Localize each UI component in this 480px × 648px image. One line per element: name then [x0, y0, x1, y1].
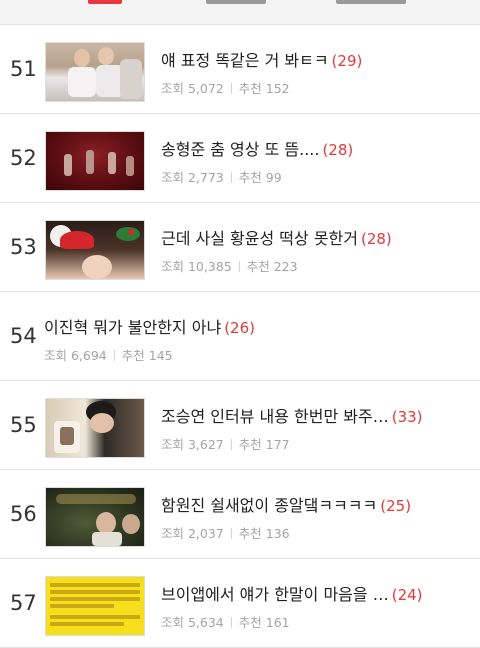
meta-divider — [238, 261, 240, 272]
list-item[interactable]: 56 함원진 쉴새없이 종알댘ㅋㅋㅋㅋ (25) 조회 2,037 추천 136 — [0, 470, 480, 559]
rank-number: 51 — [10, 57, 37, 81]
post-title-line[interactable]: 함원진 쉴새없이 종알댘ㅋㅋㅋㅋ (25) — [161, 495, 472, 517]
list-item[interactable]: 51 얘 표정 똑같은 거 봐ㅌㅋ (29) 조회 5,072 추천 152 — [0, 25, 480, 114]
post-thumbnail[interactable] — [45, 487, 145, 547]
list-item[interactable]: 52 송형준 춤 영상 또 뜸.... (28) 조회 2,773 추천 99 — [0, 114, 480, 203]
recommend-count: 추천 177 — [238, 437, 290, 452]
view-count: 조회 10,385 — [161, 259, 232, 274]
post-meta: 조회 10,385 추천 223 — [161, 256, 472, 275]
comment-count: (33) — [391, 408, 423, 426]
comment-count: (25) — [380, 497, 412, 515]
view-count: 조회 2,773 — [161, 170, 224, 185]
top-tab-bar-partial — [0, 0, 480, 25]
recommend-count: 추천 145 — [121, 348, 173, 363]
post-title-line[interactable]: 조승연 인터뷰 내용 한번만 봐주… (33) — [161, 406, 472, 428]
view-count: 조회 5,634 — [161, 615, 224, 630]
post-thumbnail[interactable] — [45, 576, 145, 636]
comment-count: (26) — [224, 319, 255, 337]
rank-number: 57 — [10, 591, 37, 615]
meta-divider — [230, 617, 232, 628]
post-meta: 조회 5,072 추천 152 — [161, 78, 472, 97]
comment-count: (24) — [391, 586, 423, 604]
meta-divider — [230, 528, 232, 539]
comment-count: (29) — [331, 52, 363, 70]
post-thumbnail[interactable] — [45, 220, 145, 280]
list-item[interactable]: 54 이진혁 뭐가 불안한지 아냐 (26) 조회 6,694 추천 145 — [0, 292, 480, 381]
post-meta: 조회 5,634 추천 161 — [161, 612, 472, 631]
recommend-count: 추천 161 — [238, 615, 290, 630]
post-title-line[interactable]: 송형준 춤 영상 또 뜸.... (28) — [161, 139, 472, 161]
post-title[interactable]: 근데 사실 황윤성 떡상 못한거 — [161, 229, 358, 248]
view-count: 조회 2,037 — [161, 526, 224, 541]
recommend-count: 추천 99 — [238, 170, 282, 185]
post-meta: 조회 3,627 추천 177 — [161, 434, 472, 453]
meta-divider — [113, 350, 115, 361]
post-title[interactable]: 함원진 쉴새없이 종알댘ㅋㅋㅋㅋ — [161, 496, 377, 515]
comment-count: (28) — [360, 230, 392, 248]
tab-fragment[interactable] — [336, 0, 406, 4]
post-meta: 조회 2,773 추천 99 — [161, 167, 472, 186]
recommend-count: 추천 152 — [238, 81, 290, 96]
view-count: 조회 5,072 — [161, 81, 224, 96]
recommend-count: 추천 136 — [238, 526, 290, 541]
post-title[interactable]: 조승연 인터뷰 내용 한번만 봐주… — [161, 407, 389, 426]
recommend-count: 추천 223 — [246, 259, 298, 274]
list-item[interactable]: 53 근데 사실 황윤성 떡상 못한거 (28) 조회 10,385 추천 223 — [0, 203, 480, 292]
rank-number: 55 — [10, 413, 37, 437]
post-title[interactable]: 송형준 춤 영상 또 뜸.... — [161, 140, 319, 159]
view-count: 조회 6,694 — [44, 348, 107, 363]
meta-divider — [230, 439, 232, 450]
view-count: 조회 3,627 — [161, 437, 224, 452]
post-thumbnail[interactable] — [45, 42, 145, 102]
post-title[interactable]: 얘 표정 똑같은 거 봐ㅌㅋ — [161, 51, 329, 70]
post-thumbnail[interactable] — [45, 398, 145, 458]
rank-number: 52 — [10, 146, 37, 170]
tab-fragment[interactable] — [206, 0, 266, 4]
rank-number: 56 — [10, 502, 37, 526]
active-tab-fragment[interactable] — [88, 0, 122, 4]
post-title[interactable]: 브이앱에서 얘가 한말이 마음을 … — [161, 585, 389, 604]
post-title-line[interactable]: 이진혁 뭐가 불안한지 아냐 (26) — [44, 317, 472, 339]
meta-divider — [230, 83, 232, 94]
post-thumbnail[interactable] — [45, 131, 145, 191]
post-meta: 조회 6,694 추천 145 — [44, 345, 472, 364]
post-title-line[interactable]: 얘 표정 똑같은 거 봐ㅌㅋ (29) — [161, 50, 472, 72]
post-title[interactable]: 이진혁 뭐가 불안한지 아냐 — [44, 318, 221, 337]
post-meta: 조회 2,037 추천 136 — [161, 523, 472, 542]
meta-divider — [230, 172, 232, 183]
post-title-line[interactable]: 브이앱에서 얘가 한말이 마음을 … (24) — [161, 584, 472, 606]
rank-number: 53 — [10, 235, 37, 259]
ranked-post-list: 51 얘 표정 똑같은 거 봐ㅌㅋ (29) 조회 5,072 추천 152 52 — [0, 25, 480, 648]
list-item[interactable]: 57 브이앱에서 얘가 한말이 마음을 … (24) 조회 5,634 추천 161 — [0, 559, 480, 648]
list-item[interactable]: 55 조승연 인터뷰 내용 한번만 봐주… (33) 조회 3,627 추천 177 — [0, 381, 480, 470]
comment-count: (28) — [322, 141, 354, 159]
rank-number: 54 — [10, 324, 37, 348]
post-title-line[interactable]: 근데 사실 황윤성 떡상 못한거 (28) — [161, 228, 472, 250]
